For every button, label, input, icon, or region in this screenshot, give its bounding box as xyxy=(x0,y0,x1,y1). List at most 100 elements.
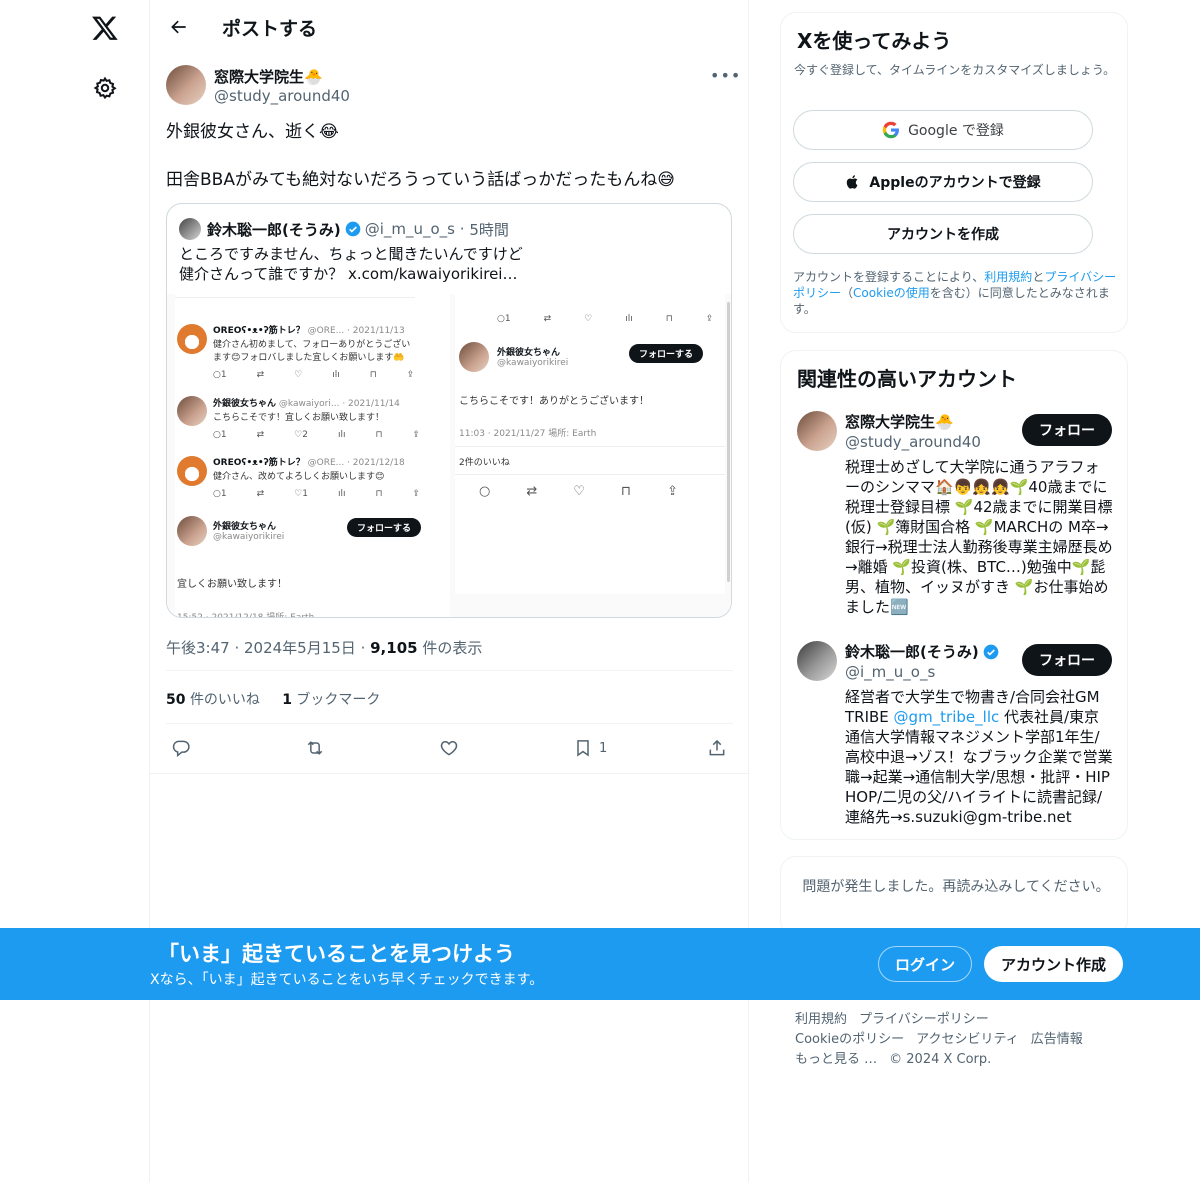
bottom-banner: 「いま」起きていることを見つけよう Xなら、「いま」起きていることをいち早くチェ… xyxy=(0,928,1200,1000)
mini-row-3-text: 健介さん、改めてよろしくお願いします😊 xyxy=(213,472,385,482)
mini-right-handle: @kawaiyorikirei xyxy=(497,358,569,368)
post-text: 外銀彼女さん、逝く😂 田舎BBAがみても絶対ないだろうっていう話ばっかだったもん… xyxy=(166,122,675,190)
media-scrollbar xyxy=(727,302,730,582)
signup-card: Xを使ってみよう 今すぐ登録して、タイムラインをカスタマイズしましょう。 Goo… xyxy=(780,12,1128,333)
mini-avatar-girl xyxy=(177,396,207,426)
account-handle[interactable]: @study_around40 xyxy=(845,433,981,451)
apple-signup-button[interactable]: Appleのアカウントで登録 xyxy=(793,162,1093,202)
related-accounts-card: 関連性の高いアカウント 窓際大学院生🐣 @study_around40 フォロー… xyxy=(780,350,1128,840)
mini-row-4-footer: 15:52 · 2021/12/18 場所: Earth xyxy=(177,613,315,618)
gear-icon[interactable] xyxy=(85,68,125,108)
mini-row-2-icons: ○1 ⇄ ♡2 ılı ⊓ ⇪ xyxy=(213,430,421,440)
account-avatar[interactable] xyxy=(797,641,837,681)
signup-subtitle: 今すぐ登録して、タイムラインをカスタマイズしましょう。 xyxy=(794,63,1116,77)
quote-header: 鈴木聡一郎(そうみ) @i_m_u_o_s · 5時間 xyxy=(179,218,509,240)
mini-right-text: こちらこそです！ありがとうございます！ xyxy=(459,396,649,407)
mini-row-1-head: OREOʕ•ᴥ•ʔ筋トレ？ @ORE... · 2021/11/13 xyxy=(213,326,405,336)
left-nav xyxy=(0,0,150,1182)
follow-button[interactable]: フォロー xyxy=(1022,414,1112,446)
reply-button[interactable] xyxy=(171,738,191,758)
account-name[interactable]: 窓際大学院生🐣 xyxy=(845,411,954,432)
banner-subtitle: Xなら、「いま」起きていることをいち早くチェックできます。 xyxy=(150,972,544,988)
cookie-link[interactable]: Cookieの使用 xyxy=(853,286,930,300)
signup-title: Xを使ってみよう xyxy=(797,29,952,53)
divider xyxy=(175,297,415,298)
account-avatar[interactable] xyxy=(797,411,837,451)
mini-row-3-icons: ○1 ⇄ ♡1 ılı ⊓ ⇪ xyxy=(213,489,421,499)
bio-mention-link[interactable]: @gm_tribe_llc xyxy=(894,708,1000,726)
mini-avatar-cat xyxy=(177,324,207,354)
mini-follow-button: フォローする xyxy=(347,518,422,537)
account-handle[interactable]: @i_m_u_o_s xyxy=(845,663,935,681)
x-logo-icon[interactable] xyxy=(85,8,125,48)
account-name-row[interactable]: 鈴木聡一郎(そうみ) xyxy=(845,641,1003,662)
post-time[interactable]: 午後3:47 xyxy=(166,639,230,657)
verified-icon xyxy=(345,221,361,237)
repost-button[interactable] xyxy=(305,738,325,758)
share-button[interactable] xyxy=(707,738,727,758)
mini-right-name: 外銀彼女ちゃん xyxy=(497,348,561,358)
quoted-post[interactable]: 鈴木聡一郎(そうみ) @i_m_u_o_s · 5時間 ところですみません、ちょ… xyxy=(166,203,732,618)
mini-row-4-handle: @kawaiyorikirei xyxy=(213,532,285,542)
divider xyxy=(166,670,733,671)
author-handle[interactable]: @study_around40 xyxy=(214,87,350,105)
bookmarks-label[interactable]: ブックマーク xyxy=(296,692,380,708)
divider xyxy=(455,446,725,447)
verified-icon xyxy=(983,644,999,659)
author-name[interactable]: 窓際大学院生🐣 xyxy=(214,66,323,87)
mini-row-2-head: 外銀彼女ちゃん @kawaiyori... · 2021/11/14 xyxy=(213,399,400,409)
footer-link-accessibility[interactable]: アクセシビリティ xyxy=(916,1032,1019,1047)
account-bio: 税理士めざして大学院に通うアラフォーのシンママ🏠👦👧👧🌱40歳までに税理士登録目… xyxy=(845,458,1113,616)
mini-avatar-girl xyxy=(177,516,207,546)
divider xyxy=(166,723,733,724)
like-button[interactable] xyxy=(439,738,459,758)
create-account-button[interactable]: アカウントを作成 xyxy=(793,214,1093,254)
like-icon xyxy=(440,740,458,756)
terms-link[interactable]: 利用規約 xyxy=(984,270,1032,284)
mini-row-3-head: OREOʕ•ᴥ•ʔ筋トレ？ @ORE... · 2021/12/18 xyxy=(213,458,405,468)
login-button[interactable]: ログイン xyxy=(878,946,972,982)
post-meta: 午後3:47 · 2024年5月15日 · 9,105 件の表示 xyxy=(166,639,483,657)
bookmarks-count[interactable]: 1 xyxy=(282,692,292,708)
footer-link-cookie[interactable]: Cookieのポリシー xyxy=(795,1032,904,1047)
back-arrow-icon[interactable] xyxy=(162,10,196,44)
mini-right-action-icons: ○ ⇄ ♡ ⊓ ⇪ xyxy=(479,484,678,499)
signup-button[interactable]: アカウント作成 xyxy=(984,946,1123,982)
post-views-label: 件の表示 xyxy=(422,639,483,657)
mini-row-1-icons: ○1 ⇄ ♡ ılı ⊓ ⇪ xyxy=(213,370,415,380)
page-title: ポストする xyxy=(222,18,318,40)
mini-row-1-text2: ます😊フォロバしました宜しくお願いします🤲 xyxy=(213,353,405,363)
mini-avatar-girl xyxy=(459,342,489,372)
quote-separator: · xyxy=(455,220,470,238)
repost-icon xyxy=(307,741,323,755)
apple-signup-label: Appleのアカウントで登録 xyxy=(869,175,1041,191)
mini-right-likes: 2件のいいね xyxy=(459,458,510,468)
google-icon xyxy=(882,121,900,139)
mini-right-top-icons: ○1 ⇄ ♡ ılı ⊓ ⇪ xyxy=(497,314,714,324)
footer-link-more[interactable]: もっと見る … xyxy=(795,1052,877,1067)
follow-button[interactable]: フォロー xyxy=(1022,644,1112,676)
author-avatar[interactable] xyxy=(166,65,206,105)
footer-link-terms[interactable]: 利用規約 xyxy=(795,1012,847,1027)
post-actions: 1 xyxy=(150,730,749,770)
post-views: 9,105 xyxy=(370,639,418,657)
mini-row-2-text: こちらこそです！宜しくお願い致します！ xyxy=(213,413,385,423)
quote-media[interactable]: OREOʕ•ᴥ•ʔ筋トレ？ @ORE... · 2021/11/13 健介さん初… xyxy=(167,294,731,618)
quote-time: 5時間 xyxy=(469,220,509,239)
likes-count[interactable]: 50 xyxy=(166,692,185,708)
more-icon[interactable]: ••• xyxy=(710,66,741,85)
bookmark-button[interactable]: 1 xyxy=(573,738,607,758)
main-header: ポストする xyxy=(150,0,749,54)
mini-row-1-text1: 健介さん初めまして、フォローありがとうござい xyxy=(213,340,411,350)
google-signup-button[interactable]: Google で登録 xyxy=(793,110,1093,150)
footer-link-ads[interactable]: 広告情報 xyxy=(1031,1032,1083,1047)
quote-handle: @i_m_u_o_s xyxy=(364,220,455,238)
main-column: ポストする 窓際大学院生🐣 @study_around40 ••• 外銀彼女さん… xyxy=(150,0,749,1182)
related-title: 関連性の高いアカウント xyxy=(797,367,1017,391)
mini-follow-button: フォローする xyxy=(629,344,704,363)
footer-copyright: © 2024 X Corp. xyxy=(889,1052,992,1067)
likes-label[interactable]: 件のいいね xyxy=(190,692,260,708)
share-icon xyxy=(709,739,725,756)
footer-link-privacy[interactable]: プライバシーポリシー xyxy=(859,1012,989,1027)
post-date[interactable]: 2024年5月15日 xyxy=(244,639,356,657)
